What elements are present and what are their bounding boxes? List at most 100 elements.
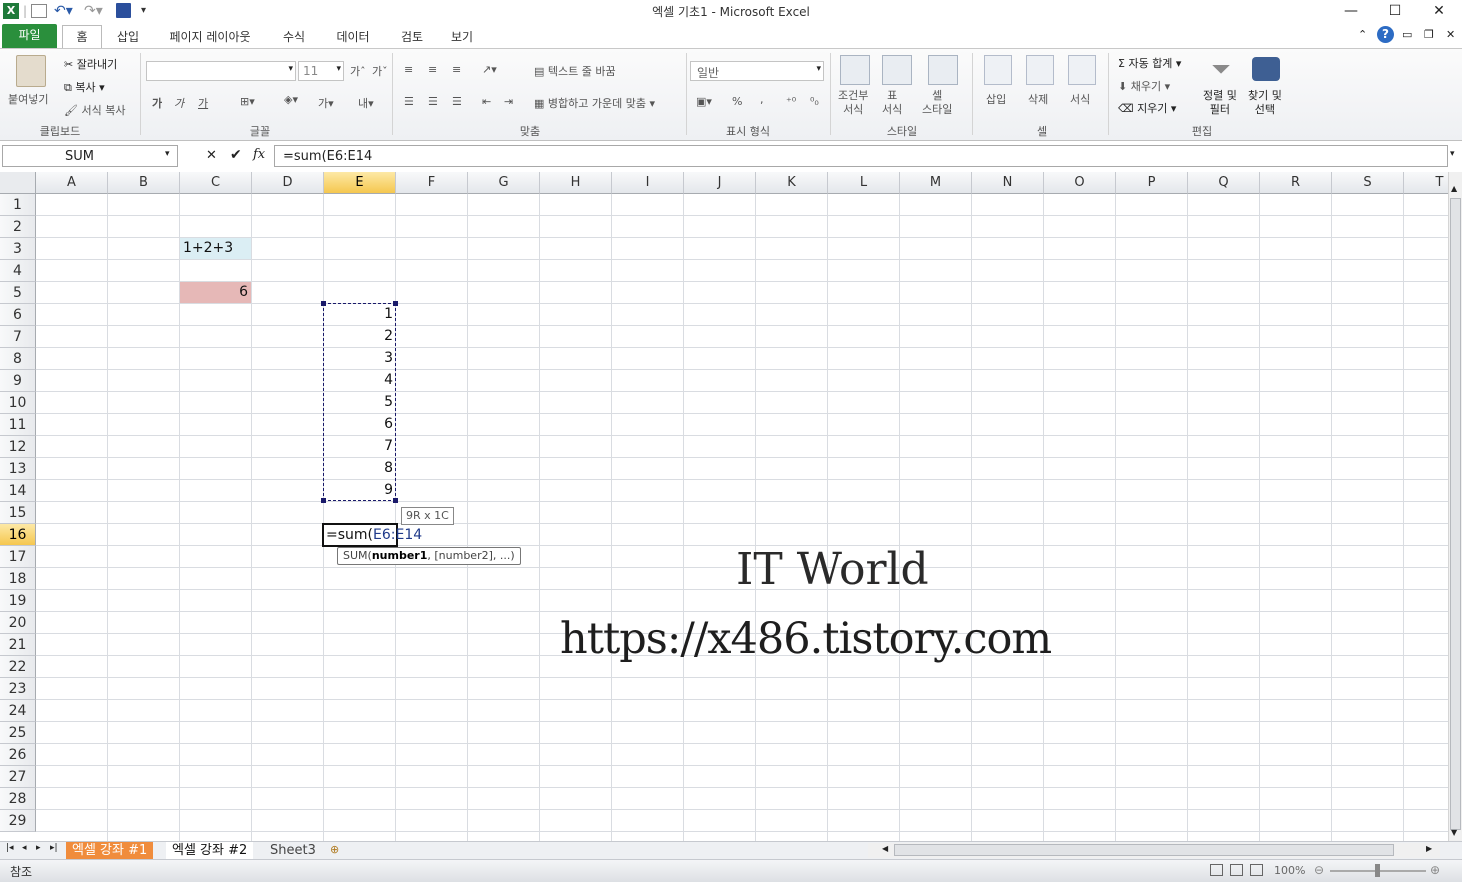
doc-close-icon[interactable]: ✕ [1446,28,1455,41]
orientation-icon[interactable]: ↗▾ [482,63,497,76]
zoom-in-icon[interactable]: ⊕ [1430,863,1440,877]
insert-sheet-icon[interactable]: ⊕ [330,843,339,856]
align-center-icon[interactable]: ☰ [428,95,438,108]
row-header-16[interactable]: 16 [0,524,36,546]
row-header-5[interactable]: 5 [0,282,36,304]
row-header-6[interactable]: 6 [0,304,36,326]
chevron-down-icon[interactable]: ▾ [165,149,170,159]
sheet-nav-last-icon[interactable]: ▸| [50,843,58,853]
binoculars-icon[interactable] [1252,57,1280,81]
row-header-27[interactable]: 27 [0,766,36,788]
number-format-select[interactable]: 일반 ▾ [690,61,824,81]
expand-formula-icon[interactable]: ▾ [1450,149,1455,159]
comma-button[interactable]: , [760,93,764,106]
format-table-button[interactable]: 표 서식 [882,89,902,117]
decrease-indent-icon[interactable]: ⇤ [482,95,491,108]
font-color-button[interactable]: 가▾ [318,95,334,111]
delete-cells-icon[interactable] [1026,55,1054,85]
increase-decimal-icon[interactable]: ⁺⁰ [786,95,796,108]
formula-input[interactable]: =sum(E6:E14 [274,145,1448,167]
row-header-18[interactable]: 18 [0,568,36,590]
hscroll-thumb[interactable] [894,844,1394,856]
phonetic-button[interactable]: 내▾ [358,95,374,111]
sort-filter-button[interactable]: 정렬 및 필터 [1203,89,1237,117]
row-header-25[interactable]: 25 [0,722,36,744]
close-button[interactable]: ✕ [1416,0,1462,22]
column-header-q[interactable]: Q [1188,172,1260,194]
row-header-14[interactable]: 14 [0,480,36,502]
row-header-15[interactable]: 15 [0,502,36,524]
column-header-g[interactable]: G [468,172,540,194]
copy-button[interactable]: ⧉ 복사 ▾ [64,79,105,95]
format-cells-button[interactable]: 서식 [1070,91,1090,107]
find-select-button[interactable]: 찾기 및 선택 [1248,89,1282,117]
column-header-e[interactable]: E [324,172,396,194]
cell-e16-edit[interactable]: =sum(E6:E14 [324,524,424,546]
scroll-left-icon[interactable]: ◀ [882,844,888,853]
column-header-r[interactable]: R [1260,172,1332,194]
decrease-decimal-icon[interactable]: ⁰₀ [810,95,819,108]
border-button[interactable]: ⊞▾ [240,95,255,108]
range-handle[interactable] [393,498,398,503]
horizontal-scrollbar[interactable]: ◀ ▶ [868,843,1440,858]
scrollbar-thumb[interactable] [1450,198,1461,830]
row-header-10[interactable]: 10 [0,392,36,414]
page-layout-view-icon[interactable] [1230,864,1243,876]
cut-button[interactable]: ✂ 잘라내기 [64,56,117,72]
font-name-select[interactable]: ▾ [146,61,296,81]
column-header-i[interactable]: I [612,172,684,194]
column-header-t[interactable]: T [1404,172,1448,194]
bold-button[interactable]: 가 [152,95,162,111]
row-header-1[interactable]: 1 [0,194,36,216]
align-top-icon[interactable]: ≡ [404,63,413,76]
paste-button[interactable]: 붙여넣기 [8,91,48,107]
increase-indent-icon[interactable]: ⇥ [504,95,513,108]
row-header-26[interactable]: 26 [0,744,36,766]
row-header-23[interactable]: 23 [0,678,36,700]
row-header-9[interactable]: 9 [0,370,36,392]
minimize-button[interactable]: — [1328,0,1374,22]
row-header-17[interactable]: 17 [0,546,36,568]
tab-review[interactable]: 검토 [392,26,432,48]
range-handle[interactable] [393,301,398,306]
range-handle[interactable] [321,301,326,306]
column-header-f[interactable]: F [396,172,468,194]
doc-minimize-icon[interactable]: ▭ [1402,28,1412,41]
sheet-nav-first-icon[interactable]: |◂ [6,843,14,853]
column-header-a[interactable]: A [36,172,108,194]
tab-home[interactable]: 홈 [62,25,102,48]
column-header-s[interactable]: S [1332,172,1404,194]
scroll-right-icon[interactable]: ▶ [1426,844,1432,853]
column-header-d[interactable]: D [252,172,324,194]
align-right-icon[interactable]: ☰ [452,95,462,108]
align-left-icon[interactable]: ☰ [404,95,414,108]
insert-function-icon[interactable]: fx [253,147,265,162]
column-header-h[interactable]: H [540,172,612,194]
column-header-m[interactable]: M [900,172,972,194]
italic-button[interactable]: 가 [174,95,184,111]
font-size-select[interactable]: 11 ▾ [298,61,344,81]
row-header-12[interactable]: 12 [0,436,36,458]
paste-icon[interactable] [16,55,46,87]
insert-cells-button[interactable]: 삽입 [986,91,1006,107]
align-middle-icon[interactable]: ≡ [428,63,437,76]
cell-style-button[interactable]: 셀 스타일 [922,89,952,117]
doc-restore-icon[interactable]: ❐ [1424,28,1434,41]
shrink-font-button[interactable]: 가ˇ [372,63,388,79]
row-header-2[interactable]: 2 [0,216,36,238]
row-header-3[interactable]: 3 [0,238,36,260]
cancel-icon[interactable]: ✕ [206,148,217,163]
fill-color-button[interactable]: ◈▾ [284,93,298,106]
column-header-l[interactable]: L [828,172,900,194]
row-header-24[interactable]: 24 [0,700,36,722]
maximize-button[interactable]: ☐ [1372,0,1418,22]
wrap-text-button[interactable]: ▤ 텍스트 줄 바꿈 [534,63,616,79]
row-header-22[interactable]: 22 [0,656,36,678]
row-header-20[interactable]: 20 [0,612,36,634]
zoom-slider-thumb[interactable] [1375,864,1380,877]
autosum-button[interactable]: Σ 자동 합계 ▾ [1118,55,1181,71]
row-header-19[interactable]: 19 [0,590,36,612]
cell-c3[interactable]: 1+2+3 [180,237,251,259]
row-header-13[interactable]: 13 [0,458,36,480]
row-header-11[interactable]: 11 [0,414,36,436]
